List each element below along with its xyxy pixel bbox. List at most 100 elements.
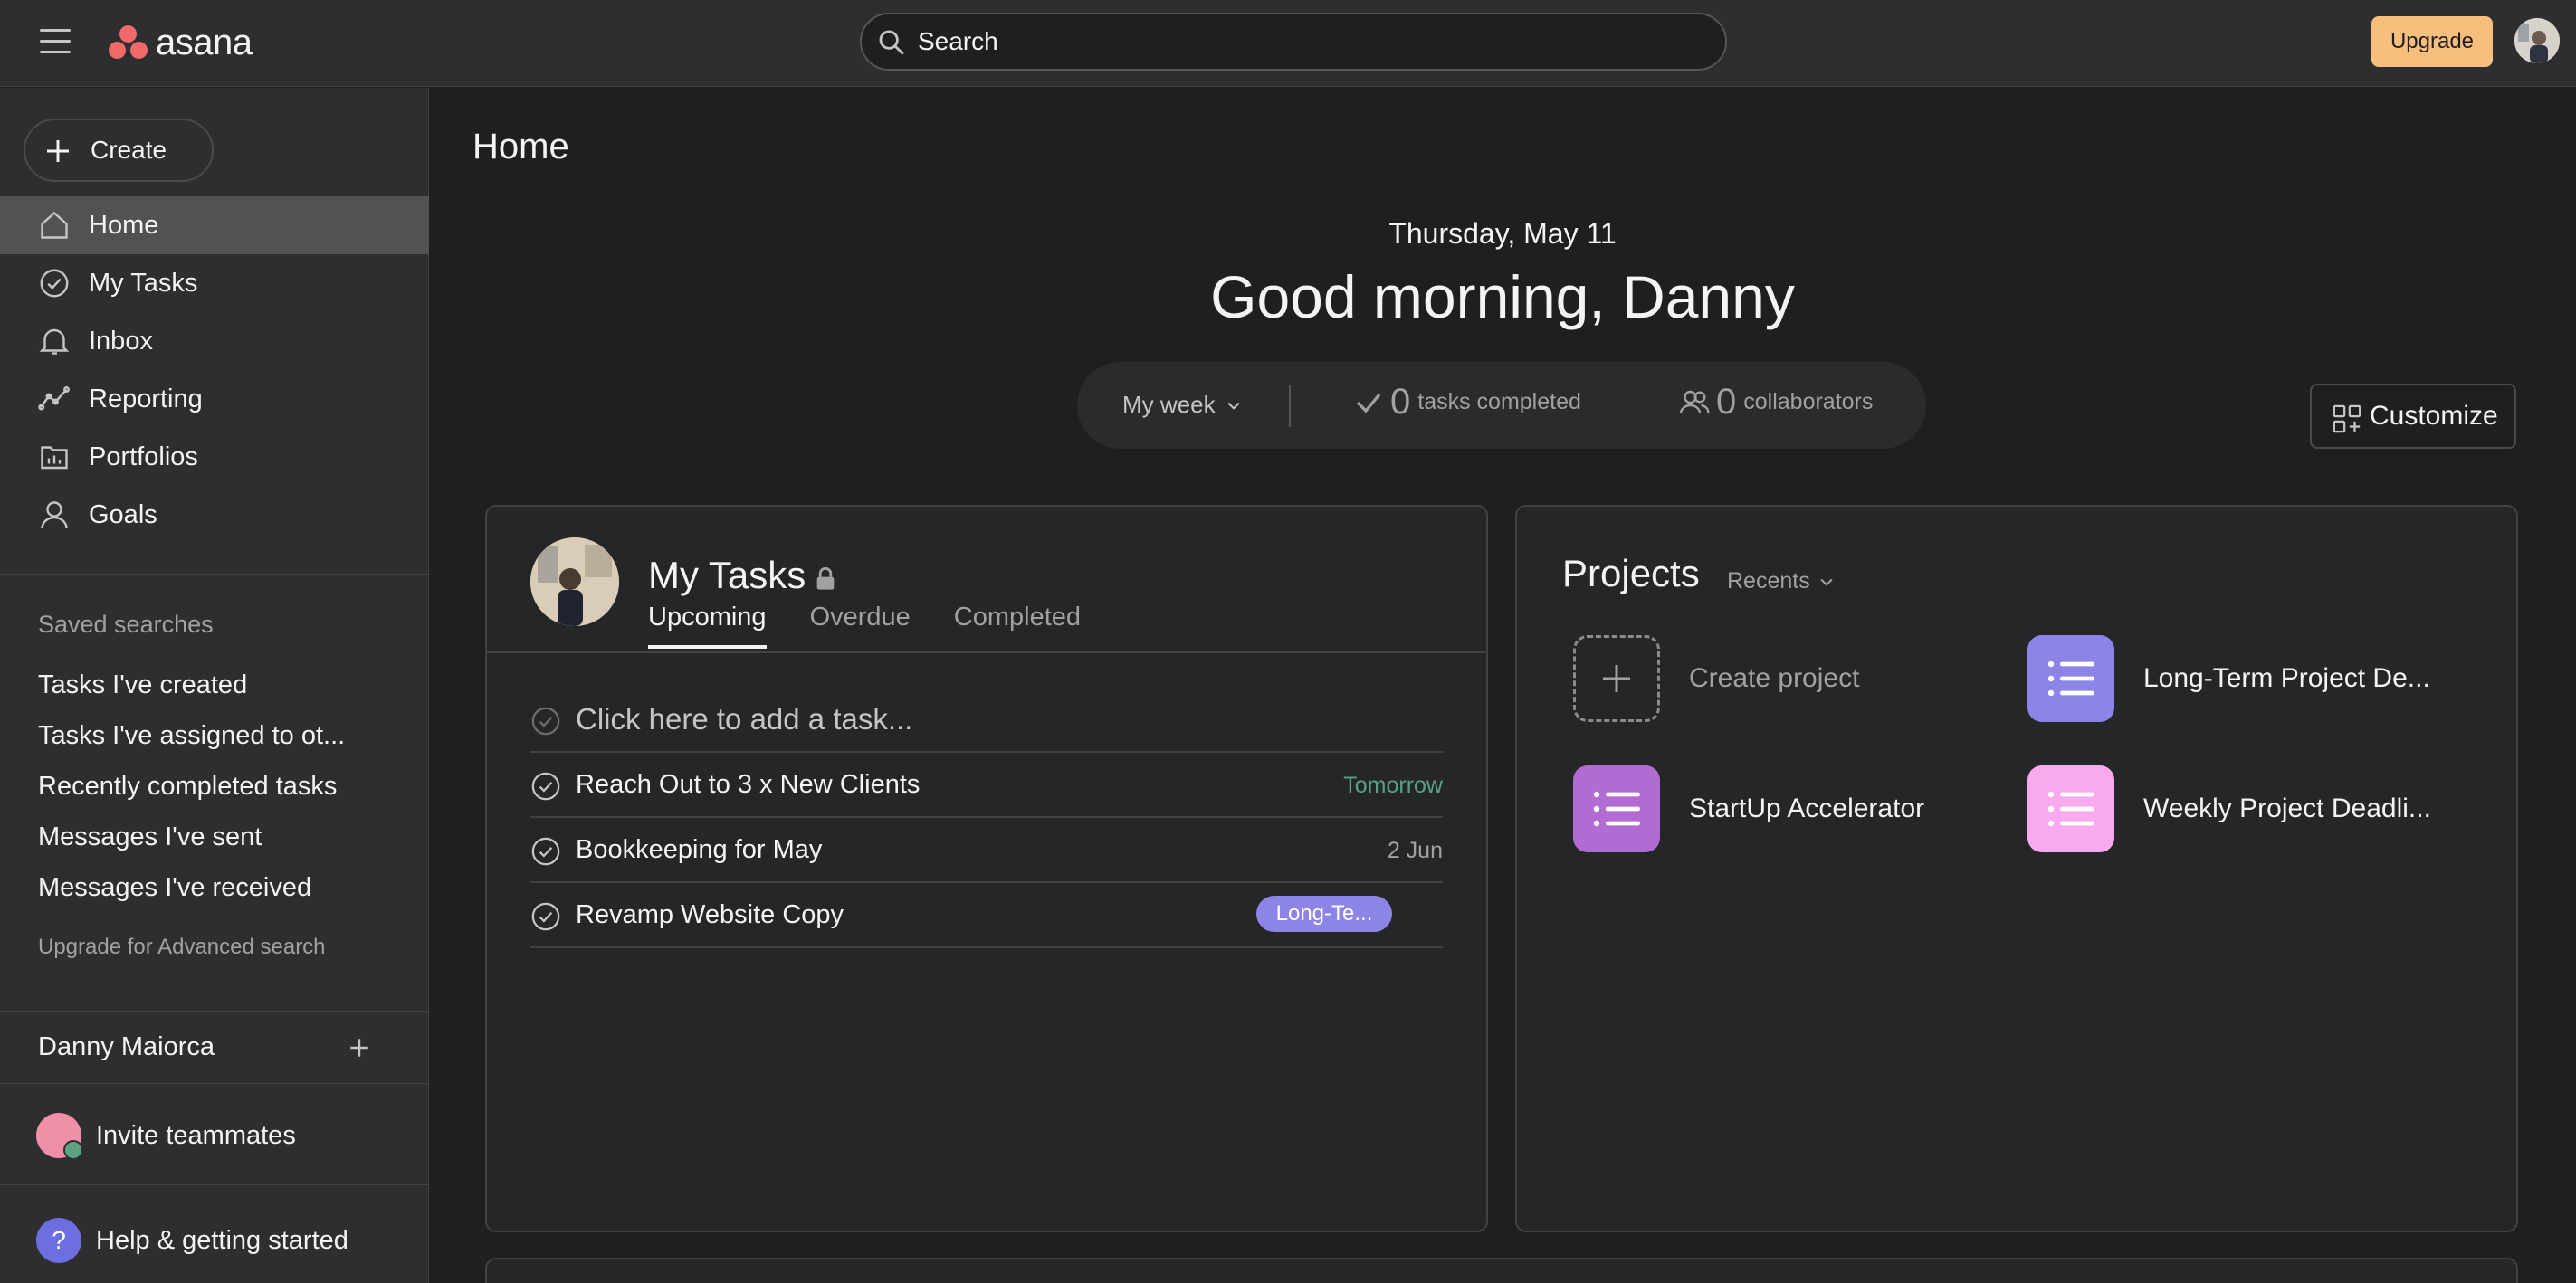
add-team-icon[interactable] — [348, 1036, 371, 1060]
check-circle-icon — [40, 269, 69, 298]
task-due-date[interactable]: 2 Jun — [1388, 838, 1443, 864]
upgrade-advanced-search-link[interactable]: Upgrade for Advanced search — [38, 935, 326, 960]
projects-filter-dropdown[interactable]: Recents — [1727, 568, 1836, 594]
tasks-completed-stat: 0 tasks completed — [1352, 382, 1581, 423]
check-circle-icon — [531, 707, 560, 736]
saved-search-item[interactable]: Recently completed tasks — [38, 768, 345, 819]
sidebar-item-label: My Tasks — [89, 268, 198, 298]
period-dropdown[interactable]: My week — [1122, 391, 1243, 419]
avatar-photo-icon — [2514, 18, 2560, 63]
sidebar-item-my-tasks[interactable]: My Tasks — [0, 254, 429, 312]
complete-task-checkbox[interactable] — [530, 771, 561, 802]
sidebar-item-label: Reporting — [89, 384, 203, 413]
person-icon — [41, 501, 68, 529]
user-avatar[interactable] — [2514, 18, 2560, 63]
saved-search-item[interactable]: Messages I've sent — [38, 819, 345, 870]
project-list-icon — [2027, 765, 2114, 852]
asana-logo[interactable]: asana — [109, 20, 253, 65]
add-task-row[interactable]: Click here to add a task... — [530, 688, 1443, 753]
projects-filter-label: Recents — [1727, 568, 1810, 594]
weekly-stats-bar: My week 0 tasks completed 0 collaborator… — [1077, 362, 1926, 449]
sidebar-item-reporting[interactable]: Reporting — [0, 370, 429, 428]
bell-icon — [39, 328, 70, 355]
saved-searches-list: Tasks I've created Tasks I've assigned t… — [38, 667, 345, 920]
checkmark-icon — [1356, 393, 1381, 413]
sidebar-item-portfolios[interactable]: Portfolios — [0, 428, 429, 486]
task-name[interactable]: Reach Out to 3 x New Clients — [576, 770, 920, 800]
saved-search-item[interactable]: Messages I've received — [38, 870, 345, 920]
home-icon — [41, 211, 68, 239]
project-name: Weekly Project Deadli... — [2143, 794, 2431, 823]
my-tasks-widget: My Tasks Upcoming Overdue Completed Clic… — [485, 505, 1488, 1232]
page-title: Home — [472, 127, 569, 166]
complete-task-checkbox[interactable] — [530, 901, 561, 932]
period-label: My week — [1122, 391, 1216, 418]
projects-title[interactable]: Projects — [1562, 552, 1700, 595]
greeting-heading: Good morning, Danny — [1210, 263, 1795, 330]
chevron-down-icon — [1227, 402, 1240, 410]
list-icon — [2047, 661, 2094, 697]
collaborators-stat: 0 collaborators — [1678, 382, 1873, 423]
tab-overdue[interactable]: Overdue — [810, 603, 911, 649]
list-icon — [1593, 791, 1640, 827]
task-row[interactable]: Revamp Website Copy Long-Te... — [530, 883, 1443, 948]
search-bar[interactable] — [860, 13, 1727, 71]
complete-task-checkbox[interactable] — [530, 836, 561, 867]
collaborators-count: 0 — [1716, 382, 1737, 422]
task-due-date[interactable]: Tomorrow — [1343, 773, 1443, 799]
sidebar-divider — [0, 574, 429, 575]
projects-widget: Projects Recents Create project Long-Ter… — [1515, 505, 2518, 1232]
task-row[interactable]: Bookkeeping for May 2 Jun — [530, 818, 1443, 883]
add-task-placeholder[interactable]: Click here to add a task... — [576, 702, 912, 737]
invite-teammates-button[interactable]: Invite teammates — [36, 1110, 296, 1161]
help-getting-started-button[interactable]: ? Help & getting started — [36, 1215, 348, 1266]
project-item[interactable]: Weekly Project Deadli... — [2027, 765, 2431, 852]
tabs-underline — [487, 651, 1486, 653]
top-bar: asana Upgrade — [0, 0, 2576, 87]
project-name: StartUp Accelerator — [1689, 794, 1925, 823]
sidebar-item-inbox[interactable]: Inbox — [0, 312, 429, 370]
plus-icon — [1603, 665, 1630, 692]
line-chart-icon — [38, 386, 70, 411]
hamburger-menu-icon[interactable] — [40, 29, 71, 56]
task-name[interactable]: Revamp Website Copy — [576, 900, 844, 930]
search-icon — [879, 30, 904, 55]
lock-icon — [816, 566, 835, 590]
project-list-icon — [2027, 635, 2114, 722]
team-name[interactable]: Danny Maiorca — [38, 1032, 382, 1062]
task-name[interactable]: Bookkeeping for May — [576, 835, 822, 865]
tab-upcoming[interactable]: Upcoming — [648, 603, 767, 649]
sidebar-nav: Home My Tasks Inbox Reporting Portfolios… — [0, 196, 429, 544]
sidebar-item-label: Home — [89, 210, 159, 240]
sidebar-item-label: Inbox — [89, 326, 153, 356]
stats-divider — [1289, 385, 1291, 427]
next-widget — [485, 1258, 2518, 1283]
customize-button[interactable]: Customize — [2310, 384, 2516, 449]
saved-search-item[interactable]: Tasks I've assigned to ot... — [38, 718, 345, 768]
create-project-button[interactable]: Create project — [1573, 635, 1859, 722]
project-name: Create project — [1689, 663, 1860, 693]
task-project-chip[interactable]: Long-Te... — [1256, 896, 1392, 932]
saved-searches-title: Saved searches — [38, 611, 214, 638]
tasks-completed-label: tasks completed — [1417, 389, 1581, 414]
project-list-icon — [1573, 765, 1660, 852]
widgets-icon — [2333, 404, 2361, 433]
search-input[interactable] — [918, 27, 1696, 56]
sidebar-divider — [0, 1011, 429, 1012]
help-label: Help & getting started — [96, 1225, 348, 1255]
my-tasks-title[interactable]: My Tasks — [648, 554, 806, 597]
project-item[interactable]: Long-Term Project De... — [2027, 635, 2430, 722]
create-project-tile — [1573, 635, 1660, 722]
sidebar-item-label: Portfolios — [89, 442, 198, 471]
sidebar-item-goals[interactable]: Goals — [0, 486, 429, 544]
invite-avatar-icon — [36, 1113, 83, 1160]
tab-completed[interactable]: Completed — [954, 603, 1081, 649]
asana-logo-icon — [109, 25, 148, 60]
saved-search-item[interactable]: Tasks I've created — [38, 667, 345, 718]
create-button[interactable]: Create — [24, 119, 214, 182]
task-row[interactable]: Reach Out to 3 x New Clients Tomorrow — [530, 753, 1443, 818]
sidebar-item-home[interactable]: Home — [0, 196, 429, 254]
project-item[interactable]: StartUp Accelerator — [1573, 765, 1924, 852]
upgrade-button[interactable]: Upgrade — [2371, 16, 2493, 67]
project-name: Long-Term Project De... — [2143, 663, 2430, 693]
